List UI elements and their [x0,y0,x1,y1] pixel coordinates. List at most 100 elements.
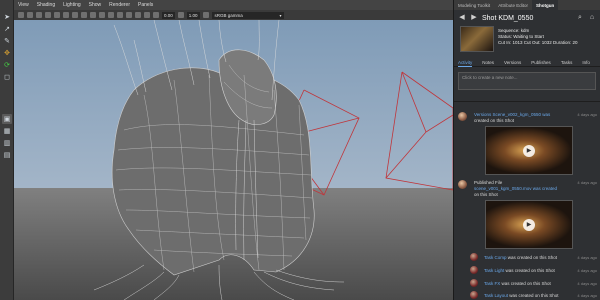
lasso-icon[interactable]: ↗ [2,24,12,34]
home-icon[interactable]: ⌂ [588,14,596,22]
scale-icon[interactable]: ◻ [2,72,12,82]
menu-panels[interactable]: Panels [138,2,153,8]
shot-meta: Sequence: kdm Status: Waiting to Start C… [498,26,578,54]
hud-icon[interactable] [108,12,114,18]
task-desc: was created on this Shot [500,281,551,286]
activity-text: Published File scene_v001_kgm_0550.mov w… [474,180,557,198]
menu-shading[interactable]: Shading [37,2,55,8]
task-time: 4 days ago [577,255,597,260]
motion-blur-icon[interactable] [144,12,150,18]
shadows-icon[interactable] [81,12,87,18]
lights-icon[interactable] [72,12,78,18]
activity-item: Published File scene_v001_kgm_0550.mov w… [458,180,597,250]
textured-icon[interactable] [63,12,69,18]
avatar [470,279,478,287]
tab-activity[interactable]: Activity [458,58,473,67]
activity-time: 4 days ago [577,112,597,117]
task-text: Task FX was created on this Shot [484,281,551,286]
avatar [458,112,467,121]
task-time: 4 days ago [577,268,597,273]
version-thumbnail[interactable]: ▶ [485,126,573,175]
task-link[interactable]: Task Layout [484,293,508,298]
task-time: 4 days ago [577,293,597,298]
menu-show[interactable]: Show [89,2,102,8]
task-desc: was created on this Shot [504,268,555,273]
tab-versions[interactable]: Versions [504,58,521,67]
tool-sidebar: ➤ ↗ ✎ ✥ ⟳ ◻ ▣ ▦ ▥ ▤ [0,0,14,300]
layout-four-icon[interactable]: ▦ [2,126,12,136]
activity-time: 4 days ago [577,180,597,185]
camera-icon[interactable] [18,12,24,18]
shot-thumbnail[interactable] [460,26,494,52]
viewport-toolbar: 0.00 1.00 sRGB gamma [14,10,453,20]
activity-feed: Versions Scene_v002_kgm_0550 was created… [454,101,600,300]
color-management-icon[interactable] [202,12,209,18]
colorspace-select[interactable]: sRGB gamma [211,11,284,19]
smooth-shade-icon[interactable] [54,12,60,18]
play-icon[interactable]: ▶ [523,218,535,231]
activity-text: Versions Scene_v002_kgm_0550 was created… [474,112,550,124]
3d-scene[interactable] [14,20,453,300]
move-icon[interactable]: ✥ [2,48,12,58]
avatar [470,291,478,299]
task-link[interactable]: Task FX [484,281,500,286]
rotate-icon[interactable]: ⟳ [2,60,12,70]
task-link[interactable]: Task Comp [484,255,507,260]
task-text: Task Light was created on this Shot [484,268,555,273]
forward-icon[interactable]: ▶ [470,14,478,22]
activity-line: on this Shot [474,192,498,197]
shotgun-panel: Modeling Toolkit Attribute Editor Shotgu… [453,0,600,300]
layout-single-icon[interactable]: ▣ [2,114,12,124]
play-icon[interactable]: ▶ [523,144,535,157]
task-desc: was created on this Shot [508,293,559,298]
activity-item: Versions Scene_v002_kgm_0550 was created… [458,112,597,182]
activity-line: created on this Shot [474,118,515,123]
select-arrow-icon[interactable]: ➤ [2,12,12,22]
exposure-icon[interactable] [153,12,159,18]
new-note-input[interactable]: Click to create a new note... [458,72,596,90]
tab-modeling-toolkit[interactable]: Modeling Toolkit [454,0,494,10]
gamma-field[interactable]: 1.00 [186,11,200,19]
tab-publishes[interactable]: Publishes [531,58,551,67]
tab-shotgun[interactable]: Shotgun [531,0,559,10]
grid-icon[interactable] [36,12,42,18]
shot-cuts: Cut In: 1013 Cut Out: 1032 Duration: 20 [498,40,578,45]
shot-title: Shot KDM_0550 [482,14,534,22]
panel-tabbar: Modeling Toolkit Attribute Editor Shotgu… [454,0,600,10]
avatar [470,266,478,274]
back-icon[interactable]: ◀ [458,14,466,22]
xray-icon[interactable] [90,12,96,18]
task-text: Task Comp was created on this Shot [484,255,557,260]
publish-thumbnail[interactable]: ▶ [485,200,573,249]
task-item: Task FX was created on this Shot 4 days … [458,279,597,289]
wireframe-icon[interactable] [45,12,51,18]
tab-notes[interactable]: Notes [482,58,494,67]
task-text: Task Layout was created on this Shot [484,293,559,298]
tab-info[interactable]: Info [582,58,590,67]
viewport-menubar: View Shading Lighting Show Renderer Pane… [14,0,453,10]
task-desc: was created on this Shot [506,255,558,260]
layout-outliner-icon[interactable]: ▤ [2,150,12,160]
maya-viewport[interactable]: ➤ ↗ ✎ ✥ ⟳ ◻ ▣ ▦ ▥ ▤ View Shading Lightin… [0,0,453,300]
task-time: 4 days ago [577,281,597,286]
tab-tasks[interactable]: Tasks [561,58,573,67]
paint-icon[interactable]: ✎ [2,36,12,46]
isolate-icon[interactable] [99,12,105,18]
bookmark-icon[interactable] [27,12,33,18]
resolution-gate-icon[interactable] [117,12,123,18]
exposure-field[interactable]: 0.00 [162,11,175,19]
menu-lighting[interactable]: Lighting [63,2,81,8]
avatar [458,180,467,189]
task-item: Task Layout was created on this Shot 4 d… [458,291,597,300]
tab-attribute-editor[interactable]: Attribute Editor [494,0,532,10]
layout-two-icon[interactable]: ▥ [2,138,12,148]
menu-renderer[interactable]: Renderer [109,2,130,8]
menu-view[interactable]: View [18,2,29,8]
panel-subtabs: Activity Notes Versions Publishes Tasks … [454,58,600,67]
shot-info: Sequence: kdm Status: Waiting to Start C… [454,26,600,58]
aa-icon[interactable] [126,12,132,18]
task-link[interactable]: Task Light [484,268,504,273]
search-icon[interactable]: ⌕ [576,14,584,22]
gamma-icon[interactable] [177,12,184,18]
ao-icon[interactable] [135,12,141,18]
